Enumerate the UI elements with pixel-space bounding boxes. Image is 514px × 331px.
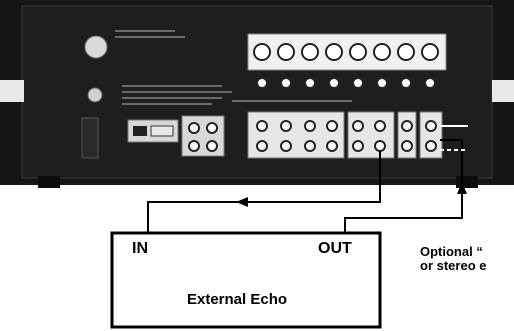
diagram-canvas <box>0 0 514 329</box>
jack-icon <box>328 77 340 89</box>
echo-jack-icon <box>374 140 386 152</box>
jack-icon <box>304 120 316 132</box>
left-handle <box>0 80 24 102</box>
jack-icon <box>256 77 268 89</box>
optional-note-line2: or stereo e <box>420 258 487 273</box>
jack-icon <box>424 77 436 89</box>
jack-icon <box>280 120 292 132</box>
jack-icon <box>304 77 316 89</box>
jack-icon <box>352 120 364 132</box>
jack-icon <box>256 120 268 132</box>
output-label: OUT <box>318 240 352 257</box>
jack-icon <box>326 120 338 132</box>
xlr-connector-icon <box>301 43 319 61</box>
jack-icon <box>304 140 316 152</box>
jack-icon <box>188 140 200 152</box>
left-foot <box>38 176 60 188</box>
jack-icon <box>256 140 268 152</box>
jack-icon <box>280 77 292 89</box>
xlr-connector-icon <box>397 43 415 61</box>
small-socket-panel <box>181 115 225 157</box>
input-label: IN <box>132 240 148 257</box>
xlr-connector-icon <box>325 43 343 61</box>
jack-icon <box>326 140 338 152</box>
optional-jack-icon <box>425 140 437 152</box>
jack-icon <box>280 140 292 152</box>
rear-panel <box>0 0 514 188</box>
optional-note-line1: Optional “ <box>420 244 483 259</box>
jack-icon <box>352 140 364 152</box>
xlr-connector-icon <box>253 43 271 61</box>
jack-icon <box>188 122 200 134</box>
arrow-left-icon <box>236 197 248 207</box>
cord-socket <box>81 117 99 159</box>
switch-icon <box>133 126 147 136</box>
ground-terminal-icon <box>87 87 103 103</box>
xlr-connector-icon <box>373 43 391 61</box>
jack-icon <box>401 120 413 132</box>
jack-icon <box>376 77 388 89</box>
jack-icon <box>206 122 218 134</box>
xlr-connector-icon <box>349 43 367 61</box>
jack-icon <box>352 77 364 89</box>
optional-jack-icon <box>425 120 437 132</box>
jack-icon <box>401 140 413 152</box>
xlr-connector-icon <box>421 43 439 61</box>
xlr-connector-icon <box>277 43 295 61</box>
right-handle <box>492 80 514 102</box>
power-fuse-icon <box>84 35 108 59</box>
switch-icon <box>150 125 174 137</box>
device-label: External Echo <box>187 291 288 308</box>
jack-icon <box>206 140 218 152</box>
right-foot <box>456 176 478 188</box>
jack-icon <box>400 77 412 89</box>
jack-icon <box>374 120 386 132</box>
